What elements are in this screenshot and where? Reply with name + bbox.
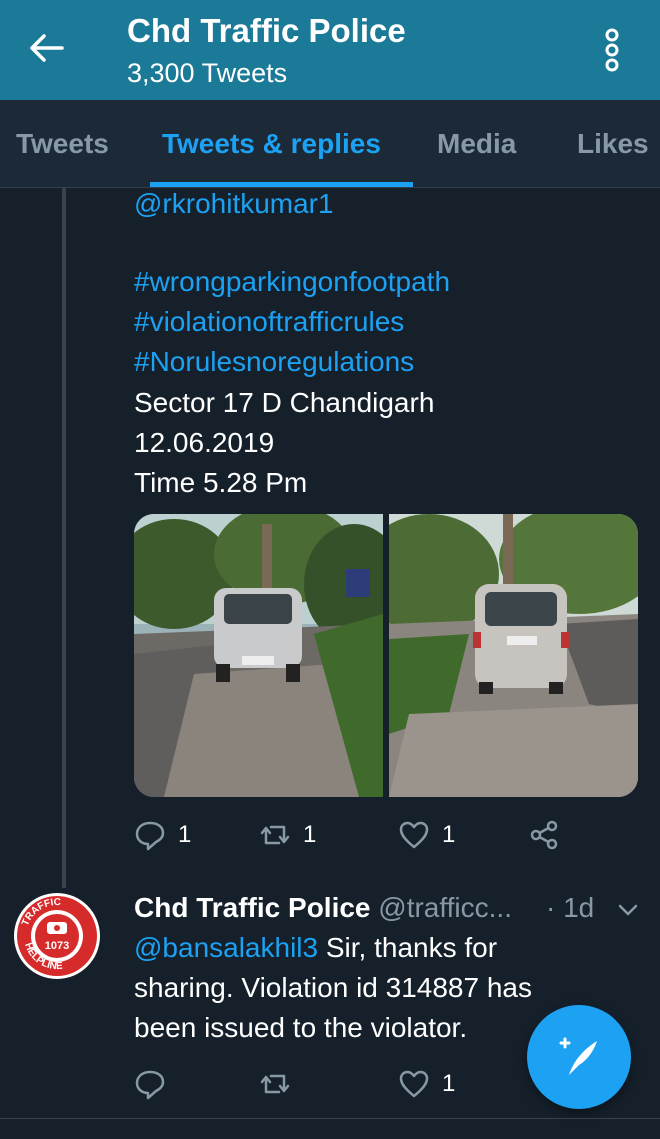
- reply-icon: [135, 821, 165, 851]
- mention-link[interactable]: @rkrohitkumar1: [134, 184, 334, 224]
- like-button[interactable]: 1: [398, 1064, 455, 1104]
- like-button[interactable]: 1: [398, 815, 455, 855]
- author-name: Chd Traffic Police: [134, 892, 371, 923]
- heart-icon: [399, 821, 429, 849]
- chevron-down-icon[interactable]: [616, 898, 640, 922]
- tweet-text-line: 12.06.2019: [134, 427, 275, 458]
- app-bar: Chd Traffic Police 3,300 Tweets: [0, 0, 660, 100]
- profile-tabs: Tweets Tweets & replies Media Likes: [0, 100, 660, 188]
- share-button[interactable]: [528, 815, 560, 855]
- avatar-number: 1073: [45, 940, 69, 952]
- hashtag-link[interactable]: #wrongparkingonfootpath: [134, 262, 450, 302]
- reply-icon: [135, 1070, 165, 1100]
- reply-button[interactable]: [134, 1064, 178, 1104]
- tweet-action-bar: 1: [134, 1064, 594, 1104]
- tweet-divider: [0, 1118, 660, 1119]
- retweet-icon: [260, 825, 290, 845]
- profile-name-title: Chd Traffic Police: [127, 12, 406, 49]
- tab-tweets[interactable]: Tweets: [16, 128, 109, 160]
- tweet-text-line: Time 5.28 Pm: [134, 467, 308, 498]
- share-icon: [530, 820, 558, 850]
- tweet-action-bar: 1 1 1: [134, 815, 594, 855]
- hashtag-link[interactable]: #Norulesnoregulations: [134, 342, 414, 382]
- tab-likes[interactable]: Likes: [577, 128, 649, 160]
- thread-connector-line: [62, 188, 66, 888]
- tweet-media-grid: [134, 514, 638, 797]
- arrow-left-icon[interactable]: [26, 28, 66, 68]
- car-parked-on-footpath-rear-photo[interactable]: [389, 514, 638, 797]
- reply-button[interactable]: 1: [134, 815, 191, 855]
- overflow-menu-icon[interactable]: [598, 28, 626, 72]
- tweet-text-line: been issued to the violator.: [134, 1012, 468, 1043]
- reply-count: 1: [178, 821, 192, 848]
- like-count: 1: [442, 821, 456, 848]
- tweet-text-segment: Sir, thanks for: [318, 932, 498, 963]
- retweet-count: 1: [303, 821, 317, 848]
- hashtag-link[interactable]: #violationoftrafficrules: [134, 302, 404, 342]
- like-count: 1: [442, 1070, 456, 1097]
- retweet-button[interactable]: 1: [259, 815, 316, 855]
- retweet-button[interactable]: [259, 1064, 303, 1104]
- retweet-icon: [260, 1074, 290, 1094]
- tweet-text-line: Sector 17 D Chandigarh: [134, 387, 435, 418]
- tweet-text-line: @bansalakhil3 Sir, thanks for: [134, 928, 497, 968]
- tweet-timestamp: · 1d: [546, 892, 595, 923]
- mention-link[interactable]: @bansalakhil3: [134, 932, 318, 963]
- tab-tweets-and-replies[interactable]: Tweets & replies: [162, 128, 381, 160]
- heart-icon: [399, 1070, 429, 1098]
- compose-tweet-icon: [559, 1037, 597, 1075]
- avatar[interactable]: TRAFFIC HELPLINE 1073: [14, 893, 100, 979]
- tweet-text-line: sharing. Violation id 314887 has: [134, 972, 533, 1003]
- tab-media[interactable]: Media: [437, 128, 516, 160]
- car-parked-on-footpath-front-photo[interactable]: [134, 514, 383, 797]
- compose-tweet-button[interactable]: [527, 1005, 631, 1109]
- tweet-author-line[interactable]: Chd Traffic Police @trafficc...: [134, 890, 512, 926]
- author-handle: @trafficc...: [378, 892, 512, 923]
- tweet-count: 3,300 Tweets: [127, 58, 288, 88]
